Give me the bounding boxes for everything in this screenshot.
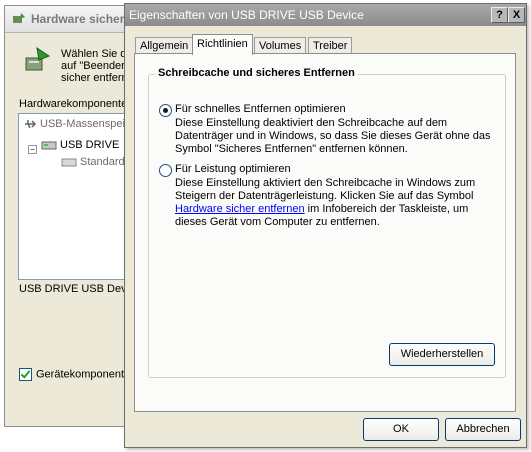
tab-driver[interactable]: Treiber	[308, 37, 353, 54]
hardware-tree[interactable]: USB-Massenspei − USB DRIVE Standard	[18, 113, 132, 280]
safely-remove-hardware-link[interactable]: Hardware sicher entfernen	[175, 203, 305, 215]
hardware-list-label: Hardwarekomponenter	[19, 98, 131, 110]
dialog-titlebar[interactable]: Eigenschaften von USB DRIVE USB Device ?…	[125, 4, 526, 26]
ok-button[interactable]: OK	[363, 418, 439, 441]
quick-removal-radio[interactable]	[159, 104, 172, 117]
tree-item-label: Standard	[80, 156, 125, 168]
group-title: Schreibcache und sicheres Entfernen	[155, 67, 358, 79]
desc-line: Steigern der Datenträgerleistung. Klicke…	[175, 190, 474, 202]
device-properties-dialog: Eigenschaften von USB DRIVE USB Device ?…	[124, 3, 527, 448]
tree-item-label: USB-Massenspei	[40, 118, 125, 130]
desc-line: Symbol "Sicheres Entfernen" entfernen kö…	[175, 143, 408, 155]
dialog-title: Eigenschaften von USB DRIVE USB Device	[129, 8, 364, 22]
desc-line: Diese Einstellung deaktiviert den Schrei…	[175, 117, 448, 129]
performance-description: Diese Einstellung aktiviert den Schreibc…	[175, 177, 475, 229]
desc-line-with-link: Hardware sicher entfernen im Infobereich…	[175, 203, 475, 216]
desc-line: dieses Gerät vom Computer zu entfernen.	[175, 216, 380, 228]
bg-intro-text: Wählen Sie d auf "Beender sicher entfern	[61, 48, 128, 84]
usb-icon	[25, 120, 37, 129]
hardware-remove-icon	[25, 46, 51, 71]
performance-radio[interactable]	[159, 164, 172, 177]
desc-line: Datenträger und in Windows, so dass Sie …	[175, 130, 491, 142]
tree-expander[interactable]: −	[28, 145, 37, 154]
checkbox-box[interactable]	[19, 368, 32, 381]
selected-device-label: USB DRIVE USB Dev	[19, 283, 127, 295]
tab-general[interactable]: Allgemein	[135, 37, 194, 54]
volume-icon	[61, 158, 77, 167]
quick-removal-label[interactable]: Für schnelles Entfernen optimieren	[175, 103, 346, 115]
desc-text: im Infobereich der Taskleiste, um	[304, 203, 469, 215]
show-components-checkbox[interactable]: Gerätekomponente	[19, 368, 130, 381]
drive-icon	[41, 141, 57, 150]
tab-volumes[interactable]: Volumes	[254, 37, 307, 54]
close-button[interactable]: X	[508, 7, 525, 23]
quick-removal-description: Diese Einstellung deaktiviert den Schrei…	[175, 117, 491, 156]
cancel-button[interactable]: Abbrechen	[445, 418, 521, 441]
safely-remove-hardware-icon	[13, 13, 25, 23]
write-cache-group: Schreibcache und sicheres Entfernen Für …	[148, 67, 506, 378]
tree-item-usb-drive[interactable]: USB DRIVE	[41, 137, 119, 153]
tree-item-standard-volume[interactable]: Standard	[61, 154, 125, 170]
tree-item-usb-mass-storage[interactable]: USB-Massenspei	[23, 116, 125, 132]
performance-label[interactable]: Für Leistung optimieren	[175, 163, 291, 175]
restore-defaults-button[interactable]: Wiederherstellen	[389, 343, 495, 366]
tree-item-label: USB DRIVE	[60, 139, 120, 151]
desc-line: Diese Einstellung aktiviert den Schreibc…	[175, 177, 476, 189]
help-button[interactable]: ?	[491, 7, 508, 23]
tab-policies[interactable]: Richtlinien	[192, 34, 253, 55]
checkbox-label: Gerätekomponente	[36, 368, 131, 381]
policies-panel: Schreibcache und sicheres Entfernen Für …	[134, 53, 516, 412]
